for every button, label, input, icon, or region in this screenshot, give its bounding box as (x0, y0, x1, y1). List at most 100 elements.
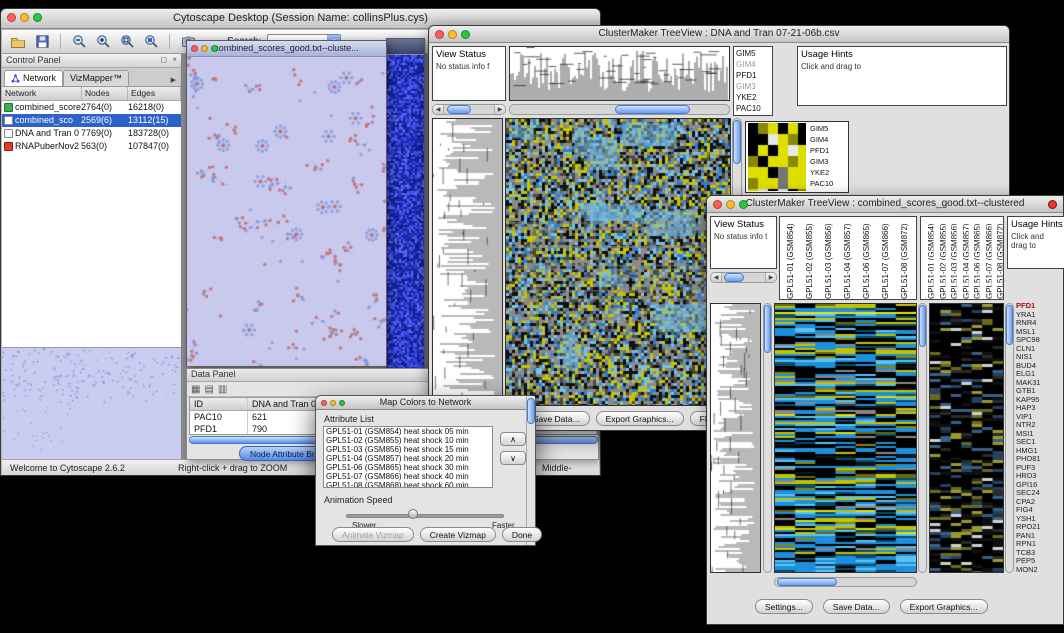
attribute-create-icon[interactable]: ▤ (204, 384, 213, 395)
attribute-list-item[interactable]: GPL51-08 (GSM868) heat shock 60 min (326, 481, 492, 488)
heatmap-canvas[interactable] (506, 119, 730, 405)
heatmap-canvas[interactable] (775, 304, 916, 572)
tab-vizmapper[interactable]: VizMapper™ (63, 70, 129, 86)
treeview-button[interactable]: Export Graphics... (596, 411, 684, 426)
scrollbar-thumb[interactable] (733, 120, 741, 164)
attribute-select-icon[interactable]: ▦ (191, 384, 200, 395)
network-view-titlebar[interactable]: combined_scores_good.txt--cluste... (187, 41, 386, 57)
minimize-button[interactable] (448, 30, 457, 39)
network-view-canvas[interactable] (187, 57, 386, 366)
scrollbar-thumb[interactable] (724, 273, 744, 282)
scrollbar-thumb[interactable] (919, 305, 926, 347)
scroll-right-icon[interactable]: ▶ (765, 273, 776, 282)
horizontal-scrollbar[interactable] (509, 104, 730, 115)
vertical-scrollbar[interactable] (526, 396, 535, 545)
zoom-window-button[interactable] (739, 200, 748, 209)
animation-speed-slider[interactable] (346, 514, 504, 518)
minimize-button[interactable] (330, 400, 336, 406)
treeview-button[interactable]: Settings... (755, 599, 813, 614)
close-panel-icon[interactable]: × (172, 55, 177, 64)
scrollbar-thumb[interactable] (527, 398, 535, 424)
gene-label[interactable]: PAC10 (736, 103, 770, 114)
gene-label[interactable]: YKE2 (810, 167, 833, 178)
network-list-row[interactable]: RNAPuberNov2 563(0) 107847(0) (2, 140, 181, 153)
gene-label[interactable]: GIM4 (736, 59, 770, 70)
attribute-list-item[interactable]: GPL51-01 (GSM854) heat shock 05 min (326, 427, 492, 436)
network-list-row[interactable]: combined_scores 2764(0) 16218(0) (2, 101, 181, 114)
row-dendrogram-canvas[interactable] (433, 119, 502, 405)
column-label[interactable]: GPL51-01 (GSM854) (781, 217, 800, 299)
zoom-window-button[interactable] (211, 45, 218, 52)
close-button[interactable] (713, 200, 722, 209)
column-label[interactable]: GPL51-04 (GSM857) (838, 217, 857, 299)
global-heatmap-canvas[interactable] (748, 123, 806, 191)
network-overview-canvas[interactable] (2, 348, 180, 458)
close-button[interactable] (191, 45, 198, 52)
gene-label[interactable]: PFD1 (810, 145, 833, 156)
zoom-window-button[interactable] (33, 13, 42, 22)
zoom-out-button[interactable] (68, 32, 90, 52)
gene-label[interactable]: GIM5 (736, 48, 770, 59)
dialog-button[interactable]: Done (502, 527, 542, 542)
attribute-list-item[interactable]: GPL51-07 (GSM866) heat shock 40 min (326, 472, 492, 481)
scrollbar-thumb[interactable] (615, 105, 690, 114)
column-id[interactable]: ID (190, 398, 248, 410)
column-label[interactable]: GPL51-07 (GSM866) (876, 217, 895, 299)
horizontal-scrollbar[interactable] (774, 577, 917, 587)
treeview-combined-titlebar[interactable]: ClusterMaker TreeView : combined_scores_… (707, 196, 1063, 213)
move-down-button[interactable]: ∨ (500, 451, 526, 465)
attribute-delete-icon[interactable]: ▥ (218, 384, 227, 395)
column-label[interactable]: GPL51-06 (GSM865) (968, 217, 980, 299)
scroll-left-icon[interactable]: ◀ (711, 273, 722, 282)
minimize-button[interactable] (726, 200, 735, 209)
attribute-list-item[interactable]: GPL51-03 (GSM856) heat shock 15 min (326, 445, 492, 454)
column-label[interactable]: GPL51-02 (GSM855) (934, 217, 946, 299)
vertical-scrollbar[interactable] (918, 303, 927, 573)
float-panel-icon[interactable]: ◻ (160, 55, 167, 64)
scrollbar-thumb[interactable] (447, 105, 471, 114)
zoom-window-button[interactable] (461, 30, 470, 39)
close-button[interactable] (7, 13, 16, 22)
attribute-list-item[interactable]: GPL51-06 (GSM865) heat shock 30 min (326, 463, 492, 472)
column-network[interactable]: Network (2, 87, 82, 100)
tab-network[interactable]: Network (4, 70, 63, 86)
attribute-list[interactable]: GPL51-01 (GSM854) heat shock 05 min GPL51… (323, 426, 493, 488)
zoom-window-button[interactable] (339, 400, 345, 406)
column-label[interactable]: GPL51-01 (GSM854) (922, 217, 934, 299)
dialog-titlebar[interactable]: Map Colors to Network (316, 396, 535, 410)
gene-label[interactable]: MON2 (1016, 566, 1064, 575)
column-label[interactable]: GPL51-03 (GSM856) (819, 217, 838, 299)
row-dendrogram-canvas[interactable] (711, 304, 760, 572)
scroll-right-icon[interactable]: ▶ (494, 105, 505, 114)
dialog-button[interactable]: Animate Vizmap (332, 527, 414, 542)
open-session-button[interactable] (7, 32, 29, 52)
close-button[interactable] (435, 30, 444, 39)
dialog-button[interactable]: Create Vizmap (420, 527, 496, 542)
column-nodes[interactable]: Nodes (82, 87, 128, 100)
gene-label[interactable]: PFD1 (736, 70, 770, 81)
gene-label[interactable]: YKE2 (736, 92, 770, 103)
network-overview-panel[interactable] (2, 347, 181, 459)
treeview-button[interactable]: Save Data... (823, 599, 890, 614)
zoom-in-button[interactable] (92, 32, 114, 52)
column-edges[interactable]: Edges (128, 87, 181, 100)
save-session-button[interactable] (31, 32, 53, 52)
column-label[interactable]: GPL51-08 (GSM872) (991, 217, 1003, 299)
gene-label[interactable]: GIM4 (810, 134, 833, 145)
clustered-network-canvas[interactable] (387, 55, 424, 376)
zoom-selected-button[interactable] (140, 32, 162, 52)
treeview-dna-titlebar[interactable]: ClusterMaker TreeView : DNA and Tran 07-… (429, 26, 1009, 43)
network-list-row[interactable]: combined_sco 2569(6) 13112(15) (2, 114, 181, 127)
horizontal-scrollbar[interactable]: ◀ ▶ (710, 272, 777, 283)
column-label[interactable]: GPL51-07 (GSM866) (980, 217, 992, 299)
column-label[interactable]: GPL51-08 (GSM872) (895, 217, 914, 299)
scroll-left-icon[interactable]: ◀ (433, 105, 444, 114)
gene-label[interactable]: GIM5 (810, 123, 833, 134)
column-dendrogram-canvas[interactable] (510, 47, 729, 100)
gene-label[interactable]: GIM3 (736, 81, 770, 92)
zoom-fit-button[interactable] (116, 32, 138, 52)
gene-label[interactable]: PAC10 (810, 178, 833, 189)
attribute-list-item[interactable]: GPL51-04 (GSM857) heat shock 20 min (326, 454, 492, 463)
horizontal-scrollbar[interactable]: ◀ ▶ (432, 104, 506, 115)
column-label[interactable]: GPL51-03 (GSM856) (945, 217, 957, 299)
